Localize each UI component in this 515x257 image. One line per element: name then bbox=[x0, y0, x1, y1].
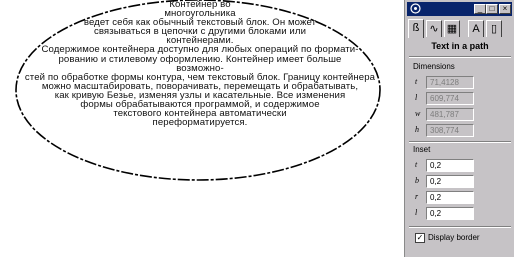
dimension-width-row: w 481,787 bbox=[415, 108, 511, 121]
dimension-top-row: t 71,4128 bbox=[415, 76, 511, 89]
text-line: связываться в цепочки с другими блоками … bbox=[93, 27, 307, 37]
inset-top-icon: t bbox=[415, 160, 418, 169]
object-inspector-palette: _ □ × ß ∿ ▦ A ▯ Text in a path Dimension… bbox=[404, 0, 514, 257]
tab-fill[interactable]: ▦ bbox=[444, 20, 460, 37]
tab-page[interactable]: ▯ bbox=[486, 20, 502, 37]
close-button[interactable]: × bbox=[499, 4, 511, 14]
inset-right-field[interactable]: 0,2 bbox=[426, 191, 474, 204]
text-line: контейнерами. bbox=[166, 36, 234, 46]
display-border-checkbox[interactable]: ✓ Display border bbox=[415, 233, 480, 243]
inset-right-row: r 0,2 bbox=[415, 191, 511, 204]
inset-bottom-icon: b bbox=[415, 176, 419, 185]
dimensions-label: Dimensions bbox=[413, 62, 455, 71]
text-line: стей по обработке формы контура, чем тек… bbox=[24, 72, 376, 82]
page-icon: ▯ bbox=[490, 23, 498, 35]
text-line: переформатируется. bbox=[152, 118, 248, 128]
checkbox-check-icon[interactable]: ✓ bbox=[415, 233, 425, 243]
left-dimension-icon: l bbox=[415, 93, 418, 102]
dimension-width-field[interactable]: 481,787 bbox=[426, 108, 474, 121]
text-line: формы обрабатываются программой, и содер… bbox=[80, 100, 320, 110]
inset-bottom-row: b 0,2 bbox=[415, 175, 511, 188]
inset-left-icon: l bbox=[415, 208, 418, 217]
divider bbox=[409, 56, 511, 58]
text-line: рованию и стилевому оформлению. Контейне… bbox=[58, 54, 342, 64]
inset-top-row: t 0,2 bbox=[415, 159, 511, 172]
app-icon bbox=[410, 3, 421, 14]
text-line: как кривую Безье, изменяя узлы и касател… bbox=[54, 90, 346, 101]
width-dimension-icon: w bbox=[415, 109, 421, 118]
curve-icon: ∿ bbox=[429, 23, 439, 35]
inset-top-field[interactable]: 0,2 bbox=[426, 159, 474, 172]
tab-text-path[interactable]: ß bbox=[408, 19, 424, 38]
divider bbox=[409, 226, 511, 228]
minimize-button[interactable]: _ bbox=[474, 4, 486, 14]
divider bbox=[409, 141, 511, 143]
dimension-top-field[interactable]: 71,4128 bbox=[426, 76, 474, 89]
inset-left-row: l 0,2 bbox=[415, 207, 511, 220]
palette-tabs: ß ∿ ▦ A ▯ bbox=[408, 19, 512, 38]
panel-title: Text in a path bbox=[431, 41, 489, 51]
text-line: многоугольника bbox=[164, 9, 236, 19]
inset-bottom-field[interactable]: 0,2 bbox=[426, 175, 474, 188]
document-canvas[interactable]: Контейнер во многоугольника ведет себя к… bbox=[0, 0, 404, 257]
text-line: можно масштабировать, поворачивать, пере… bbox=[41, 81, 359, 91]
inset-label: Inset bbox=[413, 145, 431, 154]
text-line: Контейнер во bbox=[169, 0, 231, 10]
dimension-height-row: h 308,774 bbox=[415, 124, 511, 137]
maximize-button[interactable]: □ bbox=[486, 4, 498, 14]
dimension-height-field[interactable]: 308,774 bbox=[426, 124, 474, 137]
dimension-left-row: l 609,774 bbox=[415, 92, 511, 105]
type-icon: A bbox=[472, 23, 480, 35]
fill-icon: ▦ bbox=[446, 23, 458, 35]
inset-right-icon: r bbox=[415, 192, 419, 201]
inset-left-field[interactable]: 0,2 bbox=[426, 207, 474, 220]
ellipse-text-block[interactable]: Контейнер во многоугольника ведет себя к… bbox=[10, 0, 390, 127]
text-path-icon: ß bbox=[412, 22, 420, 34]
tab-curve[interactable]: ∿ bbox=[426, 20, 442, 37]
text-line: Содержимое контейнера доступно для любых… bbox=[41, 45, 359, 55]
height-dimension-icon: h bbox=[415, 125, 419, 134]
dimension-left-field[interactable]: 609,774 bbox=[426, 92, 474, 105]
text-line: ведет себя как обычный текстовый блок. О… bbox=[83, 18, 317, 28]
palette-titlebar[interactable]: _ □ × bbox=[407, 2, 512, 16]
text-line: текстового контейнера автоматически bbox=[113, 109, 287, 119]
tab-type[interactable]: A bbox=[468, 20, 484, 37]
text-line: возможно- bbox=[176, 63, 224, 73]
top-dimension-icon: t bbox=[415, 77, 418, 86]
display-border-label: Display border bbox=[428, 233, 480, 243]
